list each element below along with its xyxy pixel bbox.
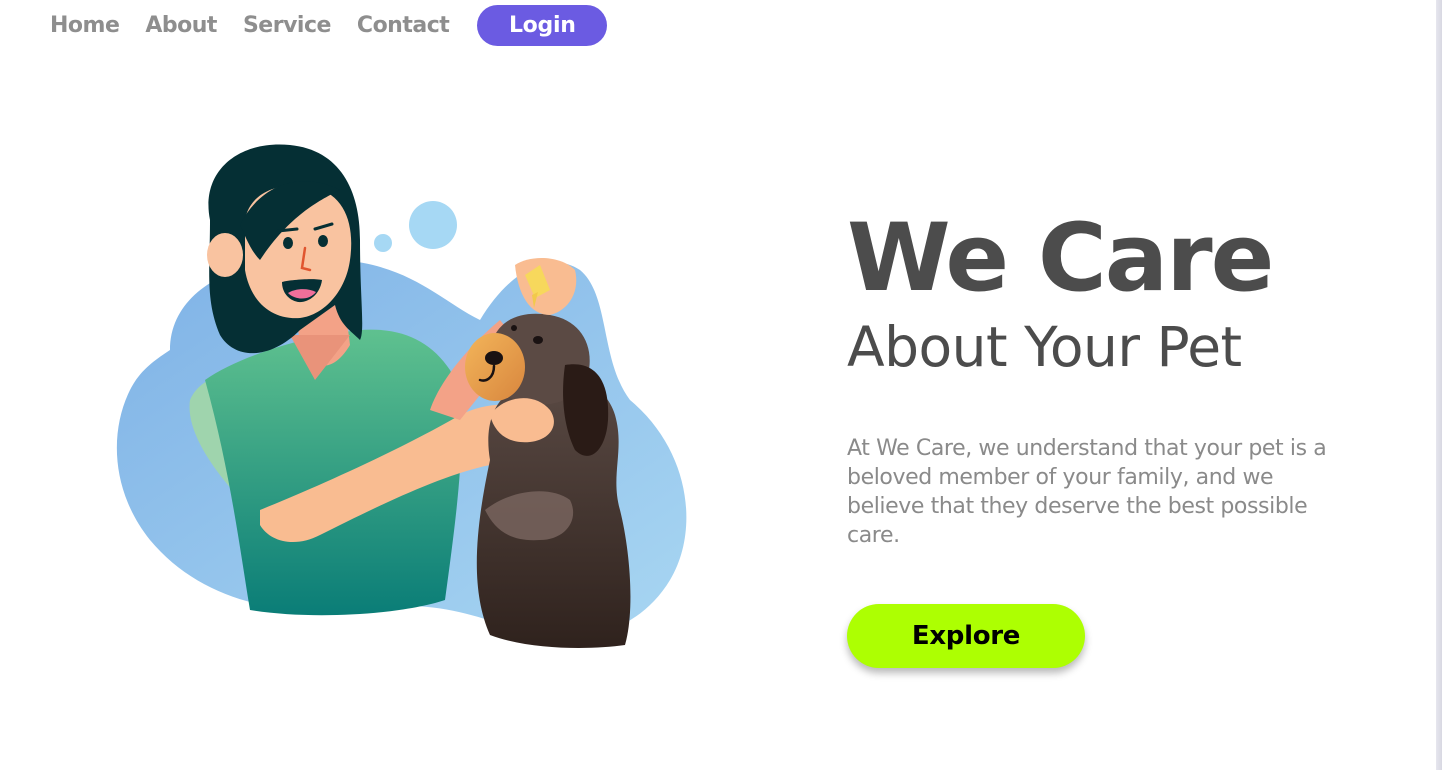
woman-eye-right	[318, 235, 328, 247]
hero-description: At We Care, we understand that your pet …	[847, 436, 1327, 548]
nav-link-service[interactable]: Service	[243, 13, 331, 38]
woman-brow-left	[276, 227, 299, 233]
bubble-large	[409, 201, 457, 249]
hero-subtitle: About Your Pet	[847, 315, 1242, 379]
login-button[interactable]: Login	[477, 5, 608, 46]
woman-ear	[207, 233, 243, 277]
dog-eye-far	[511, 325, 517, 331]
woman-eye-left	[283, 237, 293, 249]
nav-link-about[interactable]: About	[145, 13, 217, 38]
landing-page: Home About Service Contact Login We Care…	[0, 0, 1442, 770]
nav-link-home[interactable]: Home	[50, 13, 120, 38]
explore-button[interactable]: Explore	[847, 604, 1085, 668]
dog-nose	[485, 351, 503, 365]
hero-title: We Care	[847, 204, 1274, 313]
hero-illustration	[110, 130, 710, 660]
hero-section: We Care About Your Pet At We Care, we un…	[847, 206, 1407, 550]
dog-eye	[533, 336, 543, 344]
top-nav: Home About Service Contact Login	[50, 5, 608, 46]
window-edge	[1436, 0, 1442, 770]
bubble-small	[374, 234, 392, 252]
vet-with-dog-illustration	[116, 144, 687, 648]
nav-link-contact[interactable]: Contact	[357, 13, 450, 38]
